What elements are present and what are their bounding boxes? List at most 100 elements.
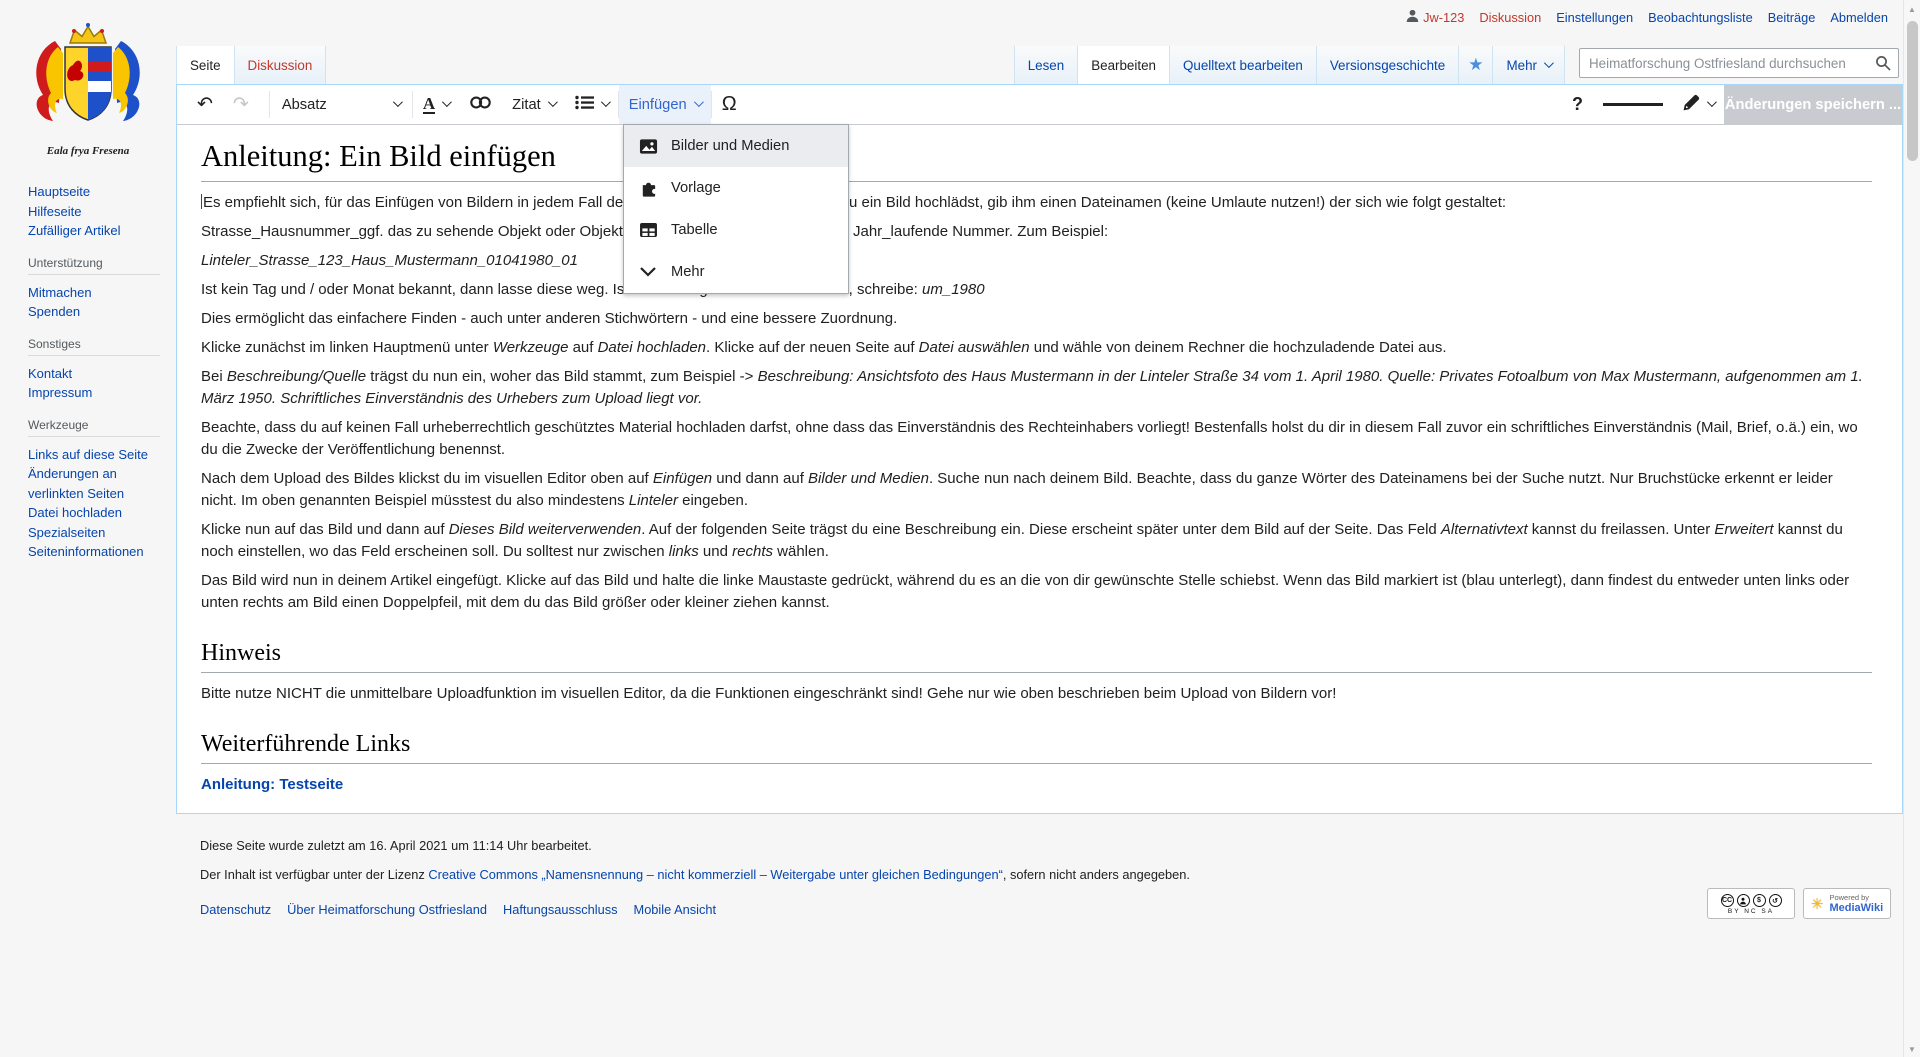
menu-item-label: Mehr [671, 264, 704, 280]
nav-group-sonstiges: Sonstiges Kontakt Impressum [28, 337, 166, 403]
namespace-tabs: Seite Diskussion [176, 46, 326, 84]
sidebar-item-kontakt[interactable]: Kontakt [28, 364, 166, 384]
insert-dropdown[interactable]: Einfügen [619, 85, 711, 124]
editor-surface[interactable]: Anleitung: Ein Bild einfügen Es empfiehl… [177, 125, 1902, 796]
sidebar-item-datei-hochladen[interactable]: Datei hochladen [28, 503, 166, 523]
watch-star-icon[interactable]: ★ [1458, 46, 1492, 84]
tab-diskussion[interactable]: Diskussion [234, 46, 327, 84]
nav-heading: Unterstützung [28, 256, 160, 275]
view-tabs: Lesen Bearbeiten Quelltext bearbeiten Ve… [1014, 46, 1565, 84]
paragraph[interactable]: Es empfiehlt sich, für das Einfügen von … [201, 192, 1872, 214]
sidebar-item-hilfeseite[interactable]: Hilfeseite [28, 202, 166, 222]
sidebar-item-aenderungen-an-verlinkten-seiten[interactable]: Änderungen an verlinkten Seiten [28, 464, 166, 503]
paragraph-format-label: Absatz [282, 97, 327, 113]
contributions-link[interactable]: Beiträge [1768, 10, 1816, 25]
paragraph-format-dropdown[interactable]: Absatz [270, 85, 412, 124]
scroll-down-arrow[interactable]: ▼ [1904, 1040, 1920, 1054]
tab-mehr[interactable]: Mehr [1492, 46, 1565, 84]
paragraph[interactable]: Nach dem Upload des Bildes klickst du im… [201, 468, 1872, 512]
wiki-logo[interactable]: Eala frya Fresena [0, 0, 176, 168]
cc-license-badge[interactable]: CC $ ↺ BY NC SA [1707, 888, 1795, 919]
sidebar-item-seiteninformationen[interactable]: Seiteninformationen [28, 542, 166, 562]
preferences-link[interactable]: Einstellungen [1556, 10, 1633, 25]
content-area: ↶ ↷ Absatz A Zitat [176, 84, 1903, 814]
paragraph[interactable]: Beachte, dass du auf keinen Fall urheber… [201, 417, 1872, 461]
username-link[interactable]: Jw-123 [1423, 10, 1464, 25]
mediawiki-badge[interactable]: ✳ Powered by MediaWiki [1803, 888, 1891, 919]
paragraph[interactable]: Strasse_Hausnummer_ggf. das zu sehende O… [201, 221, 1872, 243]
sidebar-item-links-auf-diese-seite[interactable]: Links auf diese Seite [28, 445, 166, 465]
paragraph[interactable]: Bei Beschreibung/Quelle trägst du nun ei… [201, 366, 1872, 410]
section-heading-hinweis[interactable]: Hinweis [201, 640, 1872, 673]
license-link[interactable]: Creative Commons „Namensnennung – nicht … [428, 867, 1003, 882]
footer-link-haftungsausschluss[interactable]: Haftungsausschluss [503, 902, 618, 917]
special-character-button[interactable]: Ω [712, 85, 747, 124]
paragraph[interactable]: Klicke zunächst im linken Hauptmenü unte… [201, 337, 1872, 359]
table-icon [638, 222, 658, 238]
bullet-list-icon [575, 95, 594, 114]
watchlist-link[interactable]: Beobachtungsliste [1648, 10, 1753, 25]
list-structure-dropdown[interactable] [565, 85, 618, 124]
tab-quelltext-bearbeiten[interactable]: Quelltext bearbeiten [1169, 46, 1316, 84]
sidebar-item-mitmachen[interactable]: Mitmachen [28, 283, 166, 303]
mediawiki-flower-icon: ✳ [1811, 895, 1824, 913]
vertical-scrollbar[interactable]: ▲ ▼ [1903, 0, 1920, 1057]
paragraph[interactable]: Das Bild wird nun in deinem Artikel eing… [201, 570, 1872, 614]
logout-link[interactable]: Abmelden [1830, 10, 1888, 25]
help-button[interactable]: ? [1562, 85, 1593, 124]
sidebar-item-impressum[interactable]: Impressum [28, 383, 166, 403]
text-cursor [201, 194, 202, 209]
text-style-dropdown[interactable]: A [413, 85, 459, 124]
paragraph[interactable]: Klicke nun auf das Bild und dann auf Die… [201, 519, 1872, 563]
scroll-up-arrow[interactable]: ▲ [1904, 0, 1920, 14]
last-edited-text: Diese Seite wurde zuletzt am 16. April 2… [200, 838, 1903, 853]
cite-label: Zitat [512, 97, 541, 113]
scrollbar-thumb[interactable] [1907, 21, 1918, 161]
menu-item-bilder-und-medien[interactable]: Bilder und Medien [624, 125, 848, 167]
menu-item-tabelle[interactable]: Tabelle [624, 209, 848, 251]
visual-editor-toolbar: ↶ ↷ Absatz A Zitat [177, 85, 1902, 125]
internal-link-anleitung-testseite[interactable]: Anleitung: Testseite [201, 774, 1872, 796]
nav-group-unterstuetzung: Unterstützung Mitmachen Spenden [28, 256, 166, 322]
menu-item-label: Bilder und Medien [671, 138, 789, 154]
menu-item-vorlage[interactable]: Vorlage [624, 167, 848, 209]
cc-sa-icon: ↺ [1769, 894, 1782, 907]
sidebar-item-spenden[interactable]: Spenden [28, 302, 166, 322]
undo-button[interactable]: ↶ [187, 85, 223, 124]
chevron-down-icon [1707, 97, 1717, 107]
sidebar-item-hauptseite[interactable]: Hauptseite [28, 182, 166, 202]
footer-links: Datenschutz Über Heimatforschung Ostfrie… [200, 902, 1903, 917]
license-text: Der Inhalt ist verfügbar unter der Lizen… [200, 867, 1903, 882]
footer-link-datenschutz[interactable]: Datenschutz [200, 902, 271, 917]
tab-lesen[interactable]: Lesen [1014, 46, 1077, 84]
mediawiki-text: MediaWiki [1829, 902, 1883, 914]
paragraph[interactable]: Bitte nutze NICHT die unmittelbare Uploa… [201, 683, 1872, 705]
logo-motto: Eala frya Fresena [47, 145, 130, 157]
sidebar-item-spezialseiten[interactable]: Spezialseiten [28, 523, 166, 543]
chevron-down-icon [694, 97, 704, 107]
nav-group-main: Hauptseite Hilfeseite Zufälliger Artikel [28, 182, 166, 241]
section-heading-weiterfuehrende-links[interactable]: Weiterführende Links [201, 731, 1872, 764]
save-changes-button[interactable]: Änderungen speichern ... [1724, 85, 1902, 124]
page-title[interactable]: Anleitung: Ein Bild einfügen [201, 139, 1872, 182]
cite-dropdown[interactable]: Zitat [502, 85, 565, 124]
user-talk-link[interactable]: Diskussion [1479, 10, 1541, 25]
chevron-down-icon [442, 97, 452, 107]
user-link[interactable]: Jw-123 [1406, 9, 1464, 25]
chevron-down-icon [638, 266, 658, 278]
tab-bearbeiten[interactable]: Bearbeiten [1077, 46, 1169, 84]
paragraph[interactable]: Dies ermöglicht das einfachere Finden - … [201, 308, 1872, 330]
search-input[interactable] [1579, 48, 1899, 78]
footer-link-mobile-ansicht[interactable]: Mobile Ansicht [634, 902, 717, 917]
sidebar-item-zufaelliger-artikel[interactable]: Zufälliger Artikel [28, 221, 166, 241]
paragraph[interactable]: Ist kein Tag und / oder Monat bekannt, d… [201, 279, 1872, 301]
search-icon[interactable] [1875, 55, 1891, 76]
tab-seite[interactable]: Seite [176, 46, 234, 84]
editor-switch-dropdown[interactable] [1673, 85, 1724, 124]
page-options-menu-icon[interactable] [1593, 85, 1673, 124]
paragraph[interactable]: Linteler_Strasse_123_Haus_Mustermann_010… [201, 250, 1872, 272]
tab-versionsgeschichte[interactable]: Versionsgeschichte [1316, 46, 1458, 84]
menu-item-mehr[interactable]: Mehr [624, 251, 848, 293]
link-button[interactable] [459, 85, 502, 124]
footer-link-ueber[interactable]: Über Heimatforschung Ostfriesland [287, 902, 487, 917]
